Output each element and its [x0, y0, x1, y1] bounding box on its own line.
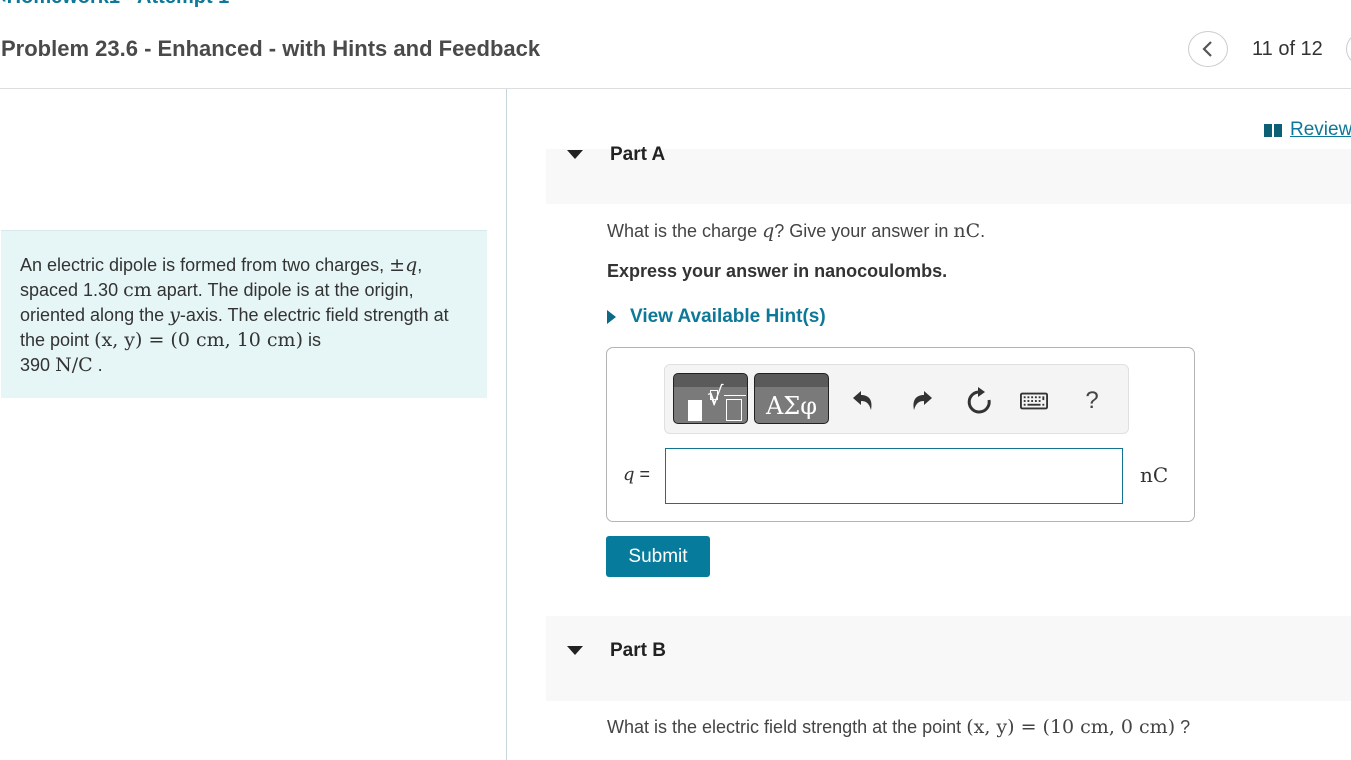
keyboard-icon: [1020, 392, 1048, 410]
math-toolbar: √ ΑΣφ ?: [664, 364, 1129, 434]
field-value: 390: [20, 355, 51, 375]
review-link[interactable]: Review: [1264, 119, 1351, 141]
templates-button[interactable]: √: [673, 373, 748, 424]
header-divider: [0, 88, 1351, 89]
answer-input[interactable]: [665, 448, 1123, 504]
keyboard-button[interactable]: [1020, 387, 1048, 415]
answer-instruction: Express your answer in nanocoulombs.: [607, 261, 948, 281]
answer-variable-label: q =: [623, 464, 651, 485]
greek-symbols-button[interactable]: ΑΣφ: [754, 373, 829, 424]
redo-icon: [913, 391, 932, 410]
part-b-title: Part B: [610, 640, 666, 661]
answer-panel: √ ΑΣφ ? q = nC: [606, 347, 1195, 522]
help-button[interactable]: ?: [1078, 387, 1106, 415]
pager-position: 11 of 12: [1252, 37, 1323, 60]
view-hints-toggle[interactable]: View Available Hint(s): [607, 306, 826, 328]
chevron-left-icon: [1202, 41, 1212, 57]
reset-icon: [967, 387, 991, 414]
problem-text: An electric dipole is formed from two ch…: [20, 255, 390, 275]
field-unit: N/C: [55, 354, 93, 376]
caret-down-icon: [567, 646, 583, 655]
review-link-label: Review: [1290, 119, 1351, 140]
unit-cm: cm: [123, 279, 152, 301]
view-hints-label: View Available Hint(s): [630, 306, 826, 327]
point-expression: (x, y) = (0 cm, 10 cm): [94, 329, 303, 351]
caret-down-icon: [567, 150, 583, 159]
caret-right-icon: [607, 310, 616, 324]
problem-statement: An electric dipole is formed from two ch…: [1, 230, 487, 398]
part-b-header[interactable]: Part B: [546, 616, 1351, 701]
problem-text: is: [302, 330, 321, 350]
problem-text: .: [92, 355, 103, 375]
undo-button[interactable]: [849, 387, 877, 415]
redo-button[interactable]: [908, 387, 936, 415]
page-title: Problem 23.6 - Enhanced - with Hints and…: [1, 36, 541, 61]
pager: 11 of 12: [1188, 31, 1323, 67]
greek-symbols-label: ΑΣφ: [765, 392, 818, 420]
part-b-question: What is the electric field strength at t…: [607, 716, 1191, 738]
part-a-header[interactable]: Part A: [546, 144, 1351, 204]
help-icon: ?: [1085, 387, 1099, 414]
undo-icon: [853, 391, 872, 410]
submit-button[interactable]: Submit: [606, 536, 710, 577]
previous-problem-button[interactable]: [1188, 31, 1228, 67]
reset-button[interactable]: [966, 387, 994, 415]
part-a-question: What is the charge q? Give your answer i…: [607, 220, 986, 242]
back-to-assignment-link[interactable]: ‹Homework1 - Attempt 1: [0, 0, 229, 9]
part-a-title: Part A: [610, 144, 666, 165]
book-icon: [1264, 123, 1282, 137]
next-problem-button[interactable]: [1346, 31, 1351, 67]
column-divider: [506, 89, 507, 760]
charge-symbol: ±q: [389, 254, 418, 276]
axis-variable: y: [169, 304, 180, 326]
answer-unit: nC: [1140, 463, 1169, 487]
